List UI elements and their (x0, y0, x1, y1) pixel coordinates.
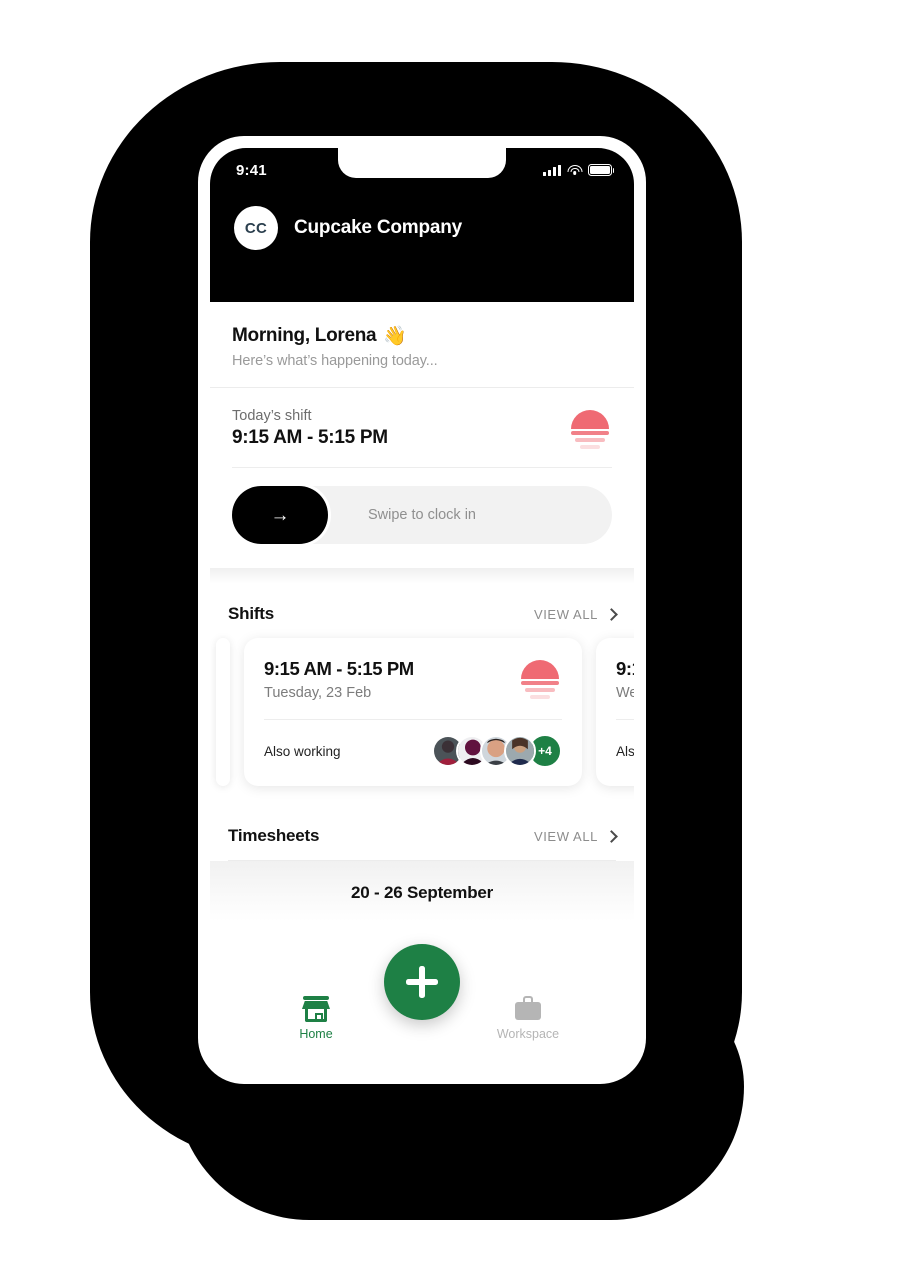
status-time: 9:41 (236, 161, 267, 179)
org-name: Cupcake Company (294, 217, 463, 238)
phone-screen: 9:41 CC Cupcake Company Morning, Lorena … (210, 148, 634, 1072)
shifts-title: Shifts (228, 604, 275, 623)
shift-card-time: 9:15 AM - 5:15 PM (616, 658, 634, 679)
battery-icon (588, 164, 615, 176)
sunrise-icon (568, 410, 612, 450)
swipe-to-clock-in-track[interactable]: Swipe to clock in → (232, 486, 612, 544)
screenshot-stage: 9:41 CC Cupcake Company Morning, Lorena … (0, 0, 924, 1278)
today-shift-label: Today’s shift (232, 408, 312, 424)
storefront-icon (302, 996, 330, 1022)
timesheets-section-header: Timesheets VIEW ALL (210, 806, 634, 860)
shift-card-date: Wednesday, 24 Feb (616, 685, 634, 701)
background-blob-notch (0, 0, 40, 100)
sunrise-icon (518, 660, 562, 700)
also-working-label: Also working (616, 743, 634, 759)
avatar-stack[interactable]: +4 (432, 734, 562, 768)
status-icons (543, 164, 615, 176)
shift-card-previous-peek[interactable] (216, 638, 230, 786)
timesheets-view-all-label: VIEW ALL (533, 828, 598, 844)
timesheets-view-all-button[interactable]: VIEW ALL (533, 828, 618, 844)
timesheet-period-row[interactable]: 20 - 26 September (210, 861, 634, 921)
tab-home-label: Home (299, 1027, 333, 1041)
greeting-subtitle: Here’s what’s happening today... (232, 353, 438, 369)
chevron-right-icon (605, 607, 618, 621)
timesheets-title: Timesheets (228, 826, 320, 845)
greeting-block: Morning, Lorena 👋 Here’s what’s happenin… (210, 302, 634, 387)
arrow-right-icon: → (270, 504, 290, 526)
today-shift-card[interactable]: Today’s shift 9:15 AM - 5:15 PM (210, 388, 634, 468)
tab-workspace-label: Workspace (496, 1027, 560, 1041)
plus-icon (406, 966, 438, 998)
also-working-label: Also working (264, 743, 341, 759)
avatar-photo-4 (506, 737, 534, 765)
cellular-signal-icon (543, 164, 561, 176)
shifts-section-header: Shifts VIEW ALL (210, 584, 634, 638)
shifts-view-all-button[interactable]: VIEW ALL (533, 606, 618, 622)
swipe-knob[interactable]: → (232, 486, 328, 544)
phone-frame: 9:41 CC Cupcake Company Morning, Lorena … (198, 136, 646, 1084)
waving-hand-icon: 👋 (383, 326, 407, 347)
shift-card-time: 9:15 AM - 5:15 PM (264, 658, 414, 679)
greeting-title: Morning, Lorena 👋 (232, 324, 612, 348)
wifi-icon (567, 164, 582, 176)
shift-card[interactable]: 9:15 AM - 5:15 PM Wednesday, 24 Feb Also… (596, 638, 634, 786)
shift-card[interactable]: 9:15 AM - 5:15 PM Tuesday, 23 Feb Also w… (244, 638, 582, 786)
today-shift-time: 9:15 AM - 5:15 PM (232, 427, 388, 448)
organization-row[interactable]: CC Cupcake Company (210, 192, 634, 250)
app-header: 9:41 CC Cupcake Company (210, 148, 634, 302)
chevron-right-icon (605, 829, 618, 843)
shifts-view-all-label: VIEW ALL (533, 606, 598, 622)
add-button[interactable] (384, 944, 460, 1020)
swipe-label: Swipe to clock in (368, 507, 476, 523)
status-bar: 9:41 (210, 148, 634, 192)
greeting-text: Morning, Lorena (232, 325, 377, 346)
clock-in-area: Swipe to clock in → (210, 468, 634, 568)
shifts-carousel[interactable]: 9:15 AM - 5:15 PM Tuesday, 23 Feb Also w… (210, 638, 634, 806)
briefcase-icon (514, 996, 542, 1022)
org-avatar: CC (234, 206, 278, 250)
shift-card-date: Tuesday, 23 Feb (264, 685, 372, 701)
avatar (504, 735, 536, 767)
section-gap (210, 568, 634, 584)
